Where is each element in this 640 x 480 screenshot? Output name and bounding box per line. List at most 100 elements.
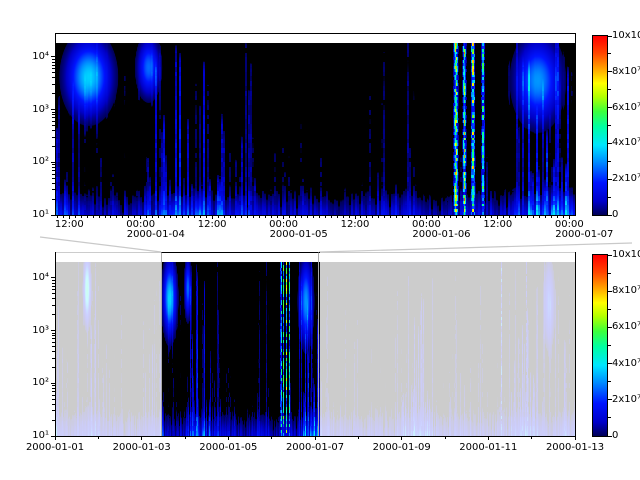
dimmed-region-right (320, 253, 575, 436)
x-minor-tick (462, 215, 463, 218)
x-minor-tick (185, 436, 186, 439)
x-minor-tick (158, 215, 159, 218)
x-major-tick (575, 436, 576, 440)
colorbar-tick-label: 0 (612, 430, 640, 441)
y-tick-label: 10¹ (15, 430, 49, 441)
y-tick-label: 10² (15, 156, 49, 167)
x-tick-label-date: 2000-01-05 (193, 442, 263, 453)
y-major-tick (51, 109, 55, 110)
y-tick-label: 10⁴ (15, 51, 49, 62)
x-minor-tick (253, 215, 254, 218)
y-minor-tick (52, 342, 55, 343)
x-minor-tick (319, 215, 320, 218)
y-minor-tick (52, 121, 55, 122)
x-minor-tick (331, 215, 332, 218)
colorbar-tick-label: 4x10⁷ (612, 137, 640, 148)
x-minor-tick (57, 215, 58, 218)
y-minor-tick (52, 174, 55, 175)
y-minor-tick (52, 130, 55, 131)
context-colorbar (592, 254, 608, 437)
y-minor-tick (52, 59, 55, 60)
colorbar-tick-label: 2x10⁷ (612, 394, 640, 405)
y-minor-tick (52, 280, 55, 281)
y-minor-tick (52, 125, 55, 126)
colorbar-minor-tick (608, 309, 611, 310)
x-minor-tick (349, 215, 350, 218)
x-minor-tick (224, 215, 225, 218)
y-minor-tick (52, 305, 55, 306)
x-minor-tick (402, 215, 403, 218)
x-minor-tick (122, 215, 123, 218)
x-minor-tick (176, 215, 177, 218)
x-minor-tick (194, 215, 195, 218)
y-minor-tick (52, 293, 55, 294)
colorbar-tick-label: 8x10⁷ (612, 285, 640, 296)
x-tick-label-date: 2000-01-13 (540, 442, 610, 453)
x-minor-tick (551, 215, 552, 218)
x-minor-tick (81, 215, 82, 218)
y-tick-label: 10³ (15, 325, 49, 336)
y-major-tick (51, 436, 55, 437)
colorbar-tick-label: 6x10⁷ (612, 321, 640, 332)
x-minor-tick (358, 436, 359, 439)
colorbar-tick-label: 10x10⁷ (612, 249, 640, 260)
x-minor-tick (164, 215, 165, 218)
y-minor-tick (52, 62, 55, 63)
zoom-connector-right (319, 243, 632, 252)
x-minor-tick (557, 215, 558, 218)
x-minor-tick (420, 215, 421, 218)
x-minor-tick (152, 215, 153, 218)
y-minor-tick (52, 338, 55, 339)
time-selection-region[interactable] (161, 252, 319, 436)
y-tick-label: 10³ (15, 104, 49, 115)
x-minor-tick (295, 215, 296, 218)
y-minor-tick (52, 289, 55, 290)
x-minor-tick (445, 436, 446, 439)
colorbar-minor-tick (608, 53, 611, 54)
x-minor-tick (491, 215, 492, 218)
x-minor-tick (432, 215, 433, 218)
x-major-tick (141, 436, 142, 440)
y-minor-tick (52, 93, 55, 94)
x-minor-tick (545, 215, 546, 218)
x-minor-tick (438, 215, 439, 218)
y-minor-tick (52, 388, 55, 389)
y-minor-tick (52, 358, 55, 359)
x-minor-tick (134, 215, 135, 218)
x-tick-label-date: 2000-01-09 (367, 442, 437, 453)
x-minor-tick (337, 215, 338, 218)
x-minor-tick (188, 215, 189, 218)
y-minor-tick (52, 68, 55, 69)
y-minor-tick (52, 391, 55, 392)
x-minor-tick (75, 215, 76, 218)
y-minor-tick (52, 314, 55, 315)
x-major-tick (401, 436, 402, 440)
colorbar-tick-label: 0 (612, 209, 640, 220)
y-minor-tick (52, 346, 55, 347)
x-minor-tick (259, 215, 260, 218)
y-minor-tick (52, 399, 55, 400)
y-minor-tick (52, 283, 55, 284)
x-tick-label-time: 12:00 (44, 219, 94, 230)
x-minor-tick (366, 215, 367, 218)
x-minor-tick (414, 215, 415, 218)
y-minor-tick (52, 420, 55, 421)
y-major-tick (51, 383, 55, 384)
x-minor-tick (289, 215, 290, 218)
y-minor-tick (52, 84, 55, 85)
x-minor-tick (480, 215, 481, 218)
x-tick-label-date: 2000-01-06 (412, 229, 492, 240)
y-minor-tick (52, 117, 55, 118)
x-minor-tick (128, 215, 129, 218)
dimmed-top-spine-right (320, 252, 575, 253)
colorbar-tick-label: 4x10⁷ (612, 358, 640, 369)
x-tick-label-date: 2000-01-11 (453, 442, 523, 453)
y-major-tick (51, 162, 55, 163)
y-minor-tick (52, 167, 55, 168)
detail-spectrogram-image[interactable] (56, 43, 575, 215)
x-minor-tick (241, 215, 242, 218)
x-minor-tick (206, 215, 207, 218)
colorbar-tick-label: 6x10⁷ (612, 102, 640, 113)
x-minor-tick (325, 215, 326, 218)
y-minor-tick (52, 178, 55, 179)
